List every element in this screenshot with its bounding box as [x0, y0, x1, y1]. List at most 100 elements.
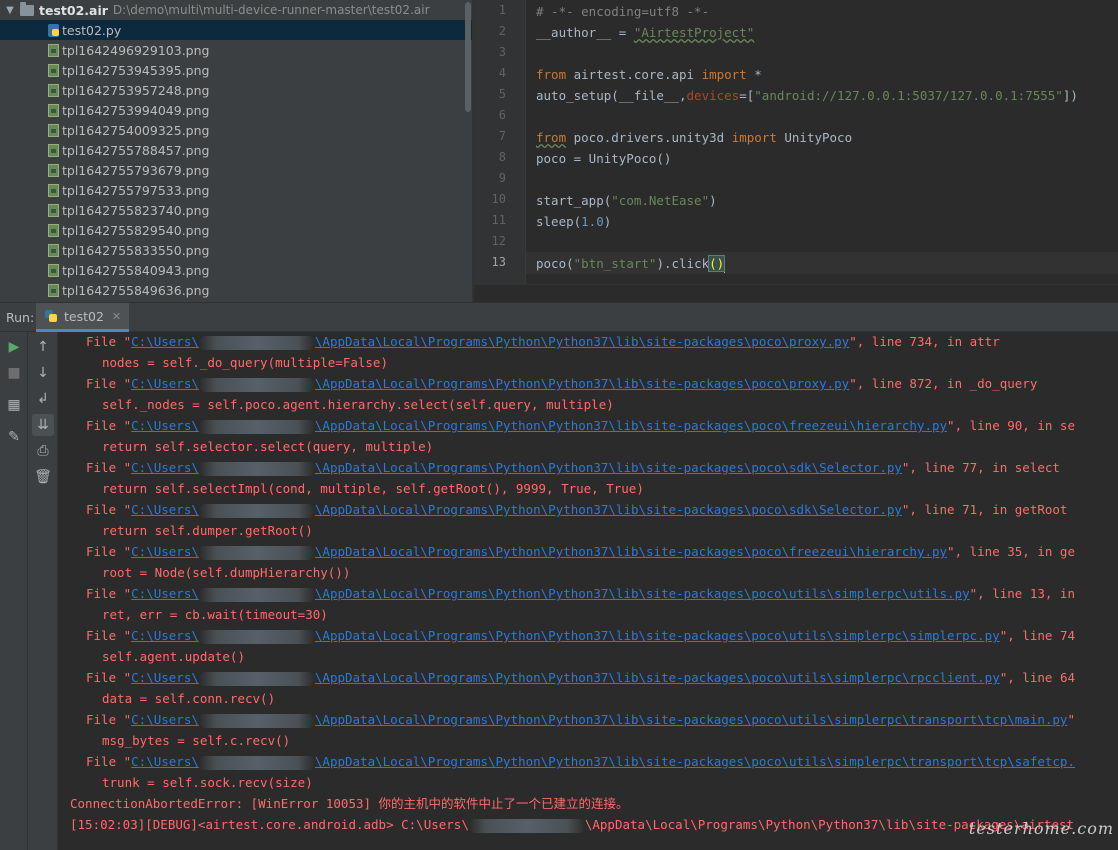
- frame-location: ", line 734, in attr: [849, 334, 1000, 349]
- run-toolbar-primary: ▶ ■ ▦ ✎: [0, 332, 28, 850]
- tree-file-name: tpl1642755829540.png: [62, 222, 210, 238]
- user-path-start: C:\Users\: [131, 418, 199, 433]
- traceback-code-line: return self.dumper.getRoot(): [102, 523, 313, 538]
- file-link[interactable]: C:\Users\ \AppData\Local\Programs\Python\…: [131, 334, 849, 350]
- tree-file-name: test02.py: [62, 22, 122, 38]
- file-prefix: File ": [86, 586, 132, 601]
- run-console[interactable]: File "C:\Users\ \AppData\Local\Programs\P…: [58, 332, 1118, 850]
- file-path: \AppData\Local\Programs\Python\Python37\…: [314, 418, 948, 433]
- redacted-username: [198, 377, 315, 392]
- tree-file-item[interactable]: tpl1642755797533.png: [0, 180, 472, 200]
- run-toolbar-secondary: ↑ ↓ ↲ ⇊ ⎙ 🗑: [28, 332, 58, 850]
- line-number: 10: [491, 192, 506, 206]
- tree-scrollbar[interactable]: [465, 2, 471, 112]
- close-icon[interactable]: ✕: [112, 310, 121, 323]
- file-path: \AppData\Local\Programs\Python\Python37\…: [314, 544, 948, 559]
- code-line-13: poco("btn_start").click(): [536, 255, 726, 273]
- tree-file-item[interactable]: tpl1642755788457.png: [0, 140, 472, 160]
- image-file-icon: [48, 243, 59, 257]
- tree-file-item[interactable]: tpl1642755829540.png: [0, 220, 472, 240]
- image-file-icon: [48, 163, 59, 177]
- traceback-code-line: return self.selector.select(query, multi…: [102, 439, 434, 454]
- file-link[interactable]: C:\Users\ \AppData\Local\Programs\Python\…: [131, 376, 849, 392]
- tree-file-item[interactable]: tpl1642753994049.png: [0, 100, 472, 120]
- traceback-file-line: File "C:\Users\ \AppData\Local\Programs\P…: [86, 373, 1037, 394]
- pin-icon[interactable]: ✎: [3, 426, 25, 448]
- image-file-icon: [48, 183, 59, 197]
- run-tab-test02[interactable]: test02 ✕: [36, 303, 130, 332]
- traceback-code-line: nodes = self._do_query(multiple=False): [102, 355, 388, 370]
- traceback-code-line: data = self.conn.recv(): [102, 691, 276, 706]
- file-link[interactable]: C:\Users\ \AppData\Local\Programs\Python\…: [131, 418, 948, 434]
- run-label: Run:: [6, 309, 35, 325]
- code-editor[interactable]: 1 2 3 4 5 6 7 8 9 10 11 12 13 # -*- encoding=utf8 -*…: [474, 0, 1118, 302]
- user-path-start: C:\Users\: [131, 628, 199, 643]
- tree-file-item[interactable]: tpl1642753945395.png: [0, 60, 472, 80]
- layout-icon[interactable]: ▦: [3, 394, 25, 416]
- frame-location: ", line 872, in _do_query: [849, 376, 1038, 391]
- file-prefix: File ": [86, 628, 132, 643]
- up-arrow-icon[interactable]: ↑: [32, 336, 54, 358]
- file-link[interactable]: C:\Users\ \AppData\Local\Programs\Python\…: [131, 754, 1075, 770]
- frame-location: ", line 77, in select: [901, 460, 1060, 475]
- tree-file-item[interactable]: tpl1642755793679.png: [0, 160, 472, 180]
- run-icon[interactable]: ▶: [3, 336, 25, 358]
- matched-parens: (): [708, 255, 726, 272]
- file-prefix: File ": [86, 712, 132, 727]
- watermark: testerhome.com: [968, 819, 1114, 838]
- scroll-to-end-icon[interactable]: ⇊: [32, 414, 54, 436]
- file-link[interactable]: C:\Users\ \AppData\Local\Programs\Python\…: [131, 712, 1067, 728]
- debug-prefix: [15:02:03][DEBUG]<airtest.core.android.a…: [70, 817, 469, 832]
- tree-file-item[interactable]: tpl1642755840943.png: [0, 260, 472, 280]
- tree-file-item[interactable]: tpl1642754009325.png: [0, 120, 472, 140]
- traceback-code-line: self._nodes = self.poco.agent.hierarchy.…: [102, 397, 614, 412]
- tree-file-item[interactable]: tpl1642755823740.png: [0, 200, 472, 220]
- redacted-username: [198, 755, 315, 770]
- line-number-gutter: 1 2 3 4 5 6 7 8 9 10 11 12 13: [474, 0, 526, 302]
- root-folder-name: test02.air: [39, 2, 108, 18]
- file-path: \AppData\Local\Programs\Python\Python37\…: [314, 628, 1000, 643]
- traceback-code-line: msg_bytes = self.c.recv(): [102, 733, 291, 748]
- file-prefix: File ": [86, 334, 132, 349]
- line-number: 11: [491, 213, 506, 227]
- trash-icon[interactable]: 🗑: [32, 466, 54, 488]
- traceback-code-line: return self.selectImpl(cond, multiple, s…: [102, 481, 644, 496]
- file-prefix: File ": [86, 670, 132, 685]
- file-link[interactable]: C:\Users\ \AppData\Local\Programs\Python\…: [131, 502, 902, 518]
- file-link[interactable]: C:\Users\ \AppData\Local\Programs\Python\…: [131, 586, 970, 602]
- file-link[interactable]: C:\Users\ \AppData\Local\Programs\Python\…: [131, 628, 1000, 644]
- tree-file-item[interactable]: tpl1642755833550.png: [0, 240, 472, 260]
- tree-file-name: tpl1642496929103.png: [62, 42, 210, 58]
- stop-icon[interactable]: ■: [3, 362, 25, 384]
- tree-file-item[interactable]: tpl1642496929103.png: [0, 40, 472, 60]
- image-file-icon: [48, 203, 59, 217]
- soft-wrap-icon[interactable]: ↲: [32, 388, 54, 410]
- frame-location: ", line 13, in: [969, 586, 1075, 601]
- image-file-icon: [48, 123, 59, 137]
- debug-line: [15:02:03][DEBUG]<airtest.core.android.a…: [70, 814, 1074, 835]
- print-icon[interactable]: ⎙: [32, 440, 54, 462]
- tree-file-item[interactable]: tpl1642753957248.png: [0, 80, 472, 100]
- redacted-username: [198, 671, 315, 686]
- traceback-code-line: ret, err = cb.wait(timeout=30): [102, 607, 328, 622]
- tree-file-name: tpl1642755849636.png: [62, 282, 210, 298]
- user-path-start: C:\Users\: [131, 460, 199, 475]
- tree-file-item[interactable]: test02.py: [0, 20, 472, 40]
- file-prefix: File ": [86, 460, 132, 475]
- file-prefix: File ": [86, 754, 132, 769]
- tree-root-folder[interactable]: ▼ test02.air D:\demo\multi\multi-device-…: [0, 0, 472, 20]
- file-path: \AppData\Local\Programs\Python\Python37\…: [314, 754, 1075, 769]
- line-number: 7: [498, 129, 506, 143]
- file-link[interactable]: C:\Users\ \AppData\Local\Programs\Python\…: [131, 544, 948, 560]
- tree-file-item[interactable]: tpl1642755849636.png: [0, 280, 472, 300]
- line-number: 4: [498, 66, 506, 80]
- file-prefix: File ": [86, 544, 132, 559]
- file-link[interactable]: C:\Users\ \AppData\Local\Programs\Python\…: [131, 460, 902, 476]
- python-icon: [44, 309, 58, 323]
- file-link[interactable]: C:\Users\ \AppData\Local\Programs\Python\…: [131, 670, 1000, 686]
- line-number: 13: [491, 255, 506, 269]
- down-arrow-icon[interactable]: ↓: [32, 362, 54, 384]
- code-line-11: sleep(1.0): [536, 214, 612, 229]
- chevron-down-icon[interactable]: ▼: [0, 5, 20, 16]
- user-path-start: C:\Users\: [131, 712, 199, 727]
